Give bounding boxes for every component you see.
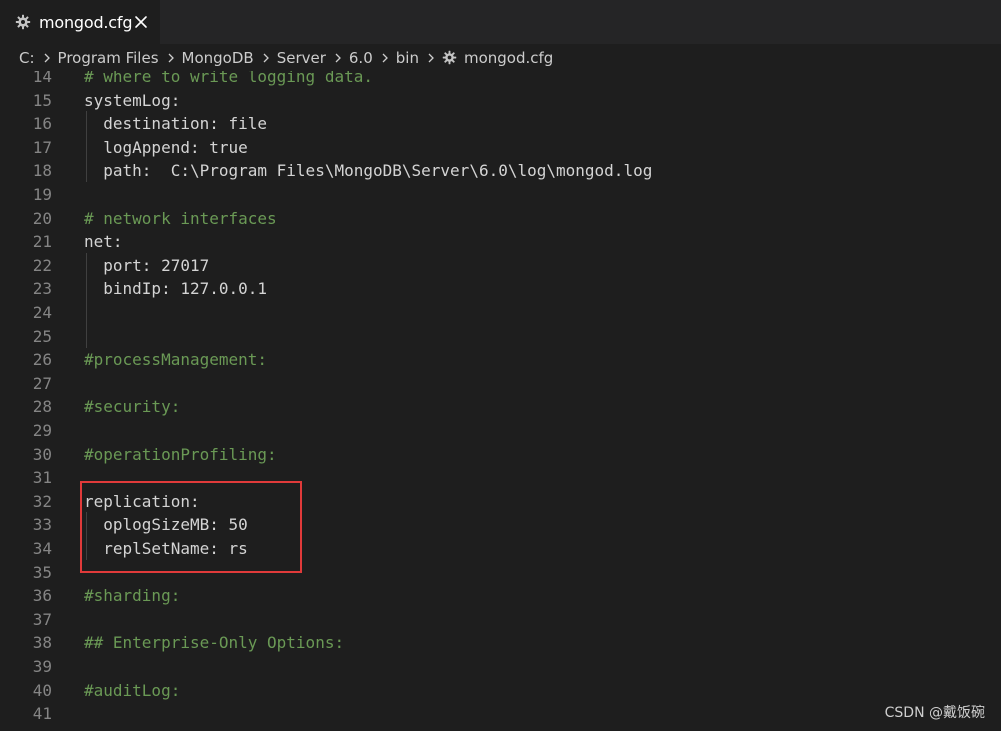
code-text: logAppend: true	[84, 137, 248, 157]
code-line[interactable]: 22 port: 27017	[0, 254, 1001, 278]
breadcrumb-item-server[interactable]: Server	[277, 49, 326, 67]
code-comment: #operationProfiling:	[84, 444, 277, 464]
code-line[interactable]: 14 # where to write logging data.	[0, 71, 1001, 89]
code-line[interactable]: 21 net:	[0, 230, 1001, 254]
code-comment: #security:	[84, 397, 181, 417]
tab-bar: mongod.cfg	[0, 0, 1001, 44]
code-line[interactable]: 16 destination: file	[0, 112, 1001, 136]
code-line[interactable]: 25	[0, 325, 1001, 349]
line-number: 36	[32, 586, 52, 606]
line-number: 30	[32, 444, 52, 464]
line-number: 18	[32, 161, 52, 181]
code-line[interactable]: 23 bindIp: 127.0.0.1	[0, 277, 1001, 301]
tab-label: mongod.cfg	[39, 12, 133, 32]
code-line[interactable]: 40 #auditLog:	[0, 679, 1001, 703]
code-comment: #auditLog:	[84, 680, 181, 700]
line-number: 38	[32, 633, 52, 653]
watermark: CSDN @戴饭碗	[884, 705, 985, 721]
code-line[interactable]: 24	[0, 301, 1001, 325]
line-number: 33	[32, 515, 52, 535]
chevron-right-icon	[168, 53, 174, 62]
chevron-right-icon	[44, 53, 50, 62]
code-text: destination: file	[84, 114, 268, 134]
line-number: 17	[32, 137, 52, 157]
code-line[interactable]: 20 # network interfaces	[0, 207, 1001, 231]
line-number: 24	[32, 303, 52, 322]
line-number: 26	[32, 350, 52, 370]
gear-icon	[15, 14, 31, 30]
line-number: 34	[32, 539, 52, 558]
line-number: 32	[32, 491, 52, 511]
code-line[interactable]: 38 ## Enterprise-Only Options:	[0, 631, 1001, 655]
line-number: 39	[32, 657, 52, 676]
code-text: systemLog:	[84, 90, 181, 110]
code-line[interactable]: 30 #operationProfiling:	[0, 443, 1001, 467]
code-line[interactable]: 15 systemLog:	[0, 89, 1001, 113]
breadcrumb-item-mongodb[interactable]: MongoDB	[182, 49, 254, 67]
line-number: 25	[32, 326, 52, 346]
code-line[interactable]: 41	[0, 702, 1001, 726]
breadcrumb-item-program-files[interactable]: Program Files	[58, 49, 159, 67]
line-number: 27	[32, 373, 52, 393]
line-number: 37	[32, 609, 52, 629]
code-line[interactable]: 37	[0, 608, 1001, 632]
line-number: 41	[32, 704, 52, 724]
code-comment: # where to write logging data.	[84, 71, 373, 86]
breadcrumb-item-file[interactable]: mongod.cfg	[464, 49, 553, 67]
line-number: 40	[32, 680, 52, 700]
code-comment: #sharding:	[84, 586, 181, 606]
line-number: 16	[32, 114, 52, 134]
breadcrumb-item-drive[interactable]: C:	[19, 49, 35, 67]
code-text: path: C:\Program Files\MongoDB\Server\6.…	[84, 161, 653, 181]
code-line[interactable]: 36 #sharding:	[0, 584, 1001, 608]
line-number: 15	[32, 90, 52, 110]
code-comment: #processManagement:	[84, 350, 268, 370]
line-number: 28	[32, 397, 52, 417]
code-line[interactable]: 17 logAppend: true	[0, 136, 1001, 160]
code-line[interactable]: 27	[0, 372, 1001, 396]
breadcrumb: C: Program Files MongoDB Server 6.0 bin …	[0, 44, 1001, 71]
line-number: 35	[32, 562, 52, 582]
line-number: 19	[32, 185, 52, 204]
code-text: bindIp: 127.0.0.1	[84, 279, 268, 299]
line-number: 23	[32, 279, 52, 299]
highlight-box	[80, 481, 302, 573]
breadcrumb-item-version[interactable]: 6.0	[349, 49, 373, 67]
line-number: 22	[32, 255, 52, 275]
code-line[interactable]: 26 #processManagement:	[0, 348, 1001, 372]
tab-mongod-cfg[interactable]: mongod.cfg	[0, 0, 160, 44]
code-line[interactable]: 28 #security:	[0, 395, 1001, 419]
line-number: 21	[32, 232, 52, 252]
breadcrumb-item-bin[interactable]: bin	[396, 49, 419, 67]
code-comment: ## Enterprise-Only Options:	[84, 633, 345, 653]
line-number: 20	[32, 208, 52, 228]
code-line[interactable]: 39	[0, 655, 1001, 679]
chevron-right-icon	[428, 53, 434, 62]
gear-icon	[442, 50, 457, 65]
code-line[interactable]: 29	[0, 419, 1001, 443]
code-line[interactable]: 18 path: C:\Program Files\MongoDB\Server…	[0, 159, 1001, 183]
chevron-right-icon	[335, 53, 341, 62]
code-editor[interactable]: 14 # where to write logging data. 15 system…	[0, 71, 1001, 731]
line-number: 31	[32, 468, 52, 488]
code-comment: # network interfaces	[84, 208, 277, 228]
line-number: 29	[32, 421, 52, 440]
chevron-right-icon	[263, 53, 269, 62]
code-text: net:	[84, 232, 123, 252]
close-icon[interactable]	[132, 13, 150, 31]
code-text: port: 27017	[84, 255, 210, 275]
chevron-right-icon	[382, 53, 388, 62]
line-number: 14	[32, 71, 52, 86]
code-line[interactable]: 19	[0, 183, 1001, 207]
